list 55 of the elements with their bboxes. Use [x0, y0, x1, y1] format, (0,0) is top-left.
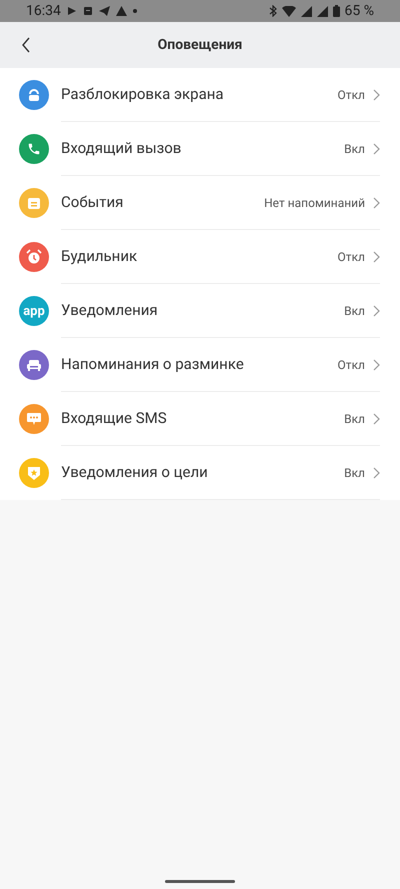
settings-row[interactable]: События Нет напоминаний — [0, 176, 400, 230]
chevron-icon — [373, 358, 380, 370]
note-icon — [82, 6, 93, 16]
phone-icon — [27, 142, 41, 156]
chevron-icon — [373, 142, 380, 154]
alarm-clock-icon — [26, 249, 42, 265]
signal-icon — [300, 6, 312, 16]
chevron-icon — [373, 88, 380, 100]
padlock-icon — [27, 88, 41, 102]
row-label: Разблокировка экрана — [61, 84, 225, 106]
battery-icon — [332, 5, 340, 17]
play-icon — [66, 6, 77, 16]
settings-row[interactable]: Уведомления о цели Вкл — [0, 446, 400, 500]
row-label: Уведомления о цели — [61, 462, 209, 484]
row-label: Напоминания о разминке — [61, 354, 245, 376]
row-value: Откл — [338, 248, 365, 266]
settings-row[interactable]: app Уведомления Вкл — [0, 284, 400, 338]
row-value: Вкл — [344, 464, 365, 482]
settings-row[interactable]: Входящий вызов Вкл — [0, 122, 400, 176]
settings-row[interactable]: Будильник Откл — [0, 230, 400, 284]
chat-bubble-icon — [26, 412, 42, 426]
calendar-icon — [27, 196, 41, 210]
triangle-icon — [116, 6, 127, 16]
page-title: Оповещения — [158, 36, 242, 54]
chevron-icon — [373, 412, 380, 424]
row-value: Нет напоминаний — [264, 194, 365, 212]
app-icon-label: app — [23, 304, 45, 318]
row-label: События — [61, 192, 124, 214]
status-time: 16:34 — [26, 2, 61, 20]
settings-row[interactable]: Напоминания о разминке Откл — [0, 338, 400, 392]
row-label: Уведомления — [61, 300, 159, 322]
chevron-icon — [373, 466, 380, 478]
row-value: Откл — [338, 86, 365, 104]
dot-icon — [132, 9, 137, 13]
row-value: Откл — [338, 356, 365, 374]
sofa-icon — [26, 358, 42, 372]
chevron-icon — [373, 196, 380, 208]
settings-row[interactable]: Входящие SMS Вкл — [0, 392, 400, 446]
back-icon — [21, 37, 31, 53]
chevron-icon — [373, 250, 380, 262]
row-label: Входящий вызов — [61, 138, 182, 160]
row-value: Вкл — [344, 140, 365, 158]
bluetooth-icon — [268, 5, 277, 17]
settings-row[interactable]: Разблокировка экрана Откл — [0, 68, 400, 122]
shield-star-icon — [27, 466, 41, 480]
home-indicator[interactable] — [165, 880, 235, 882]
battery-percent: 65 % — [344, 2, 374, 20]
row-value: Вкл — [344, 410, 365, 428]
row-label: Входящие SMS — [61, 408, 168, 430]
send-icon — [98, 6, 110, 16]
row-label: Будильник — [61, 246, 138, 268]
row-value: Вкл — [344, 302, 365, 320]
chevron-icon — [373, 304, 380, 316]
signal-icon — [316, 6, 328, 16]
wifi-icon — [282, 6, 296, 16]
